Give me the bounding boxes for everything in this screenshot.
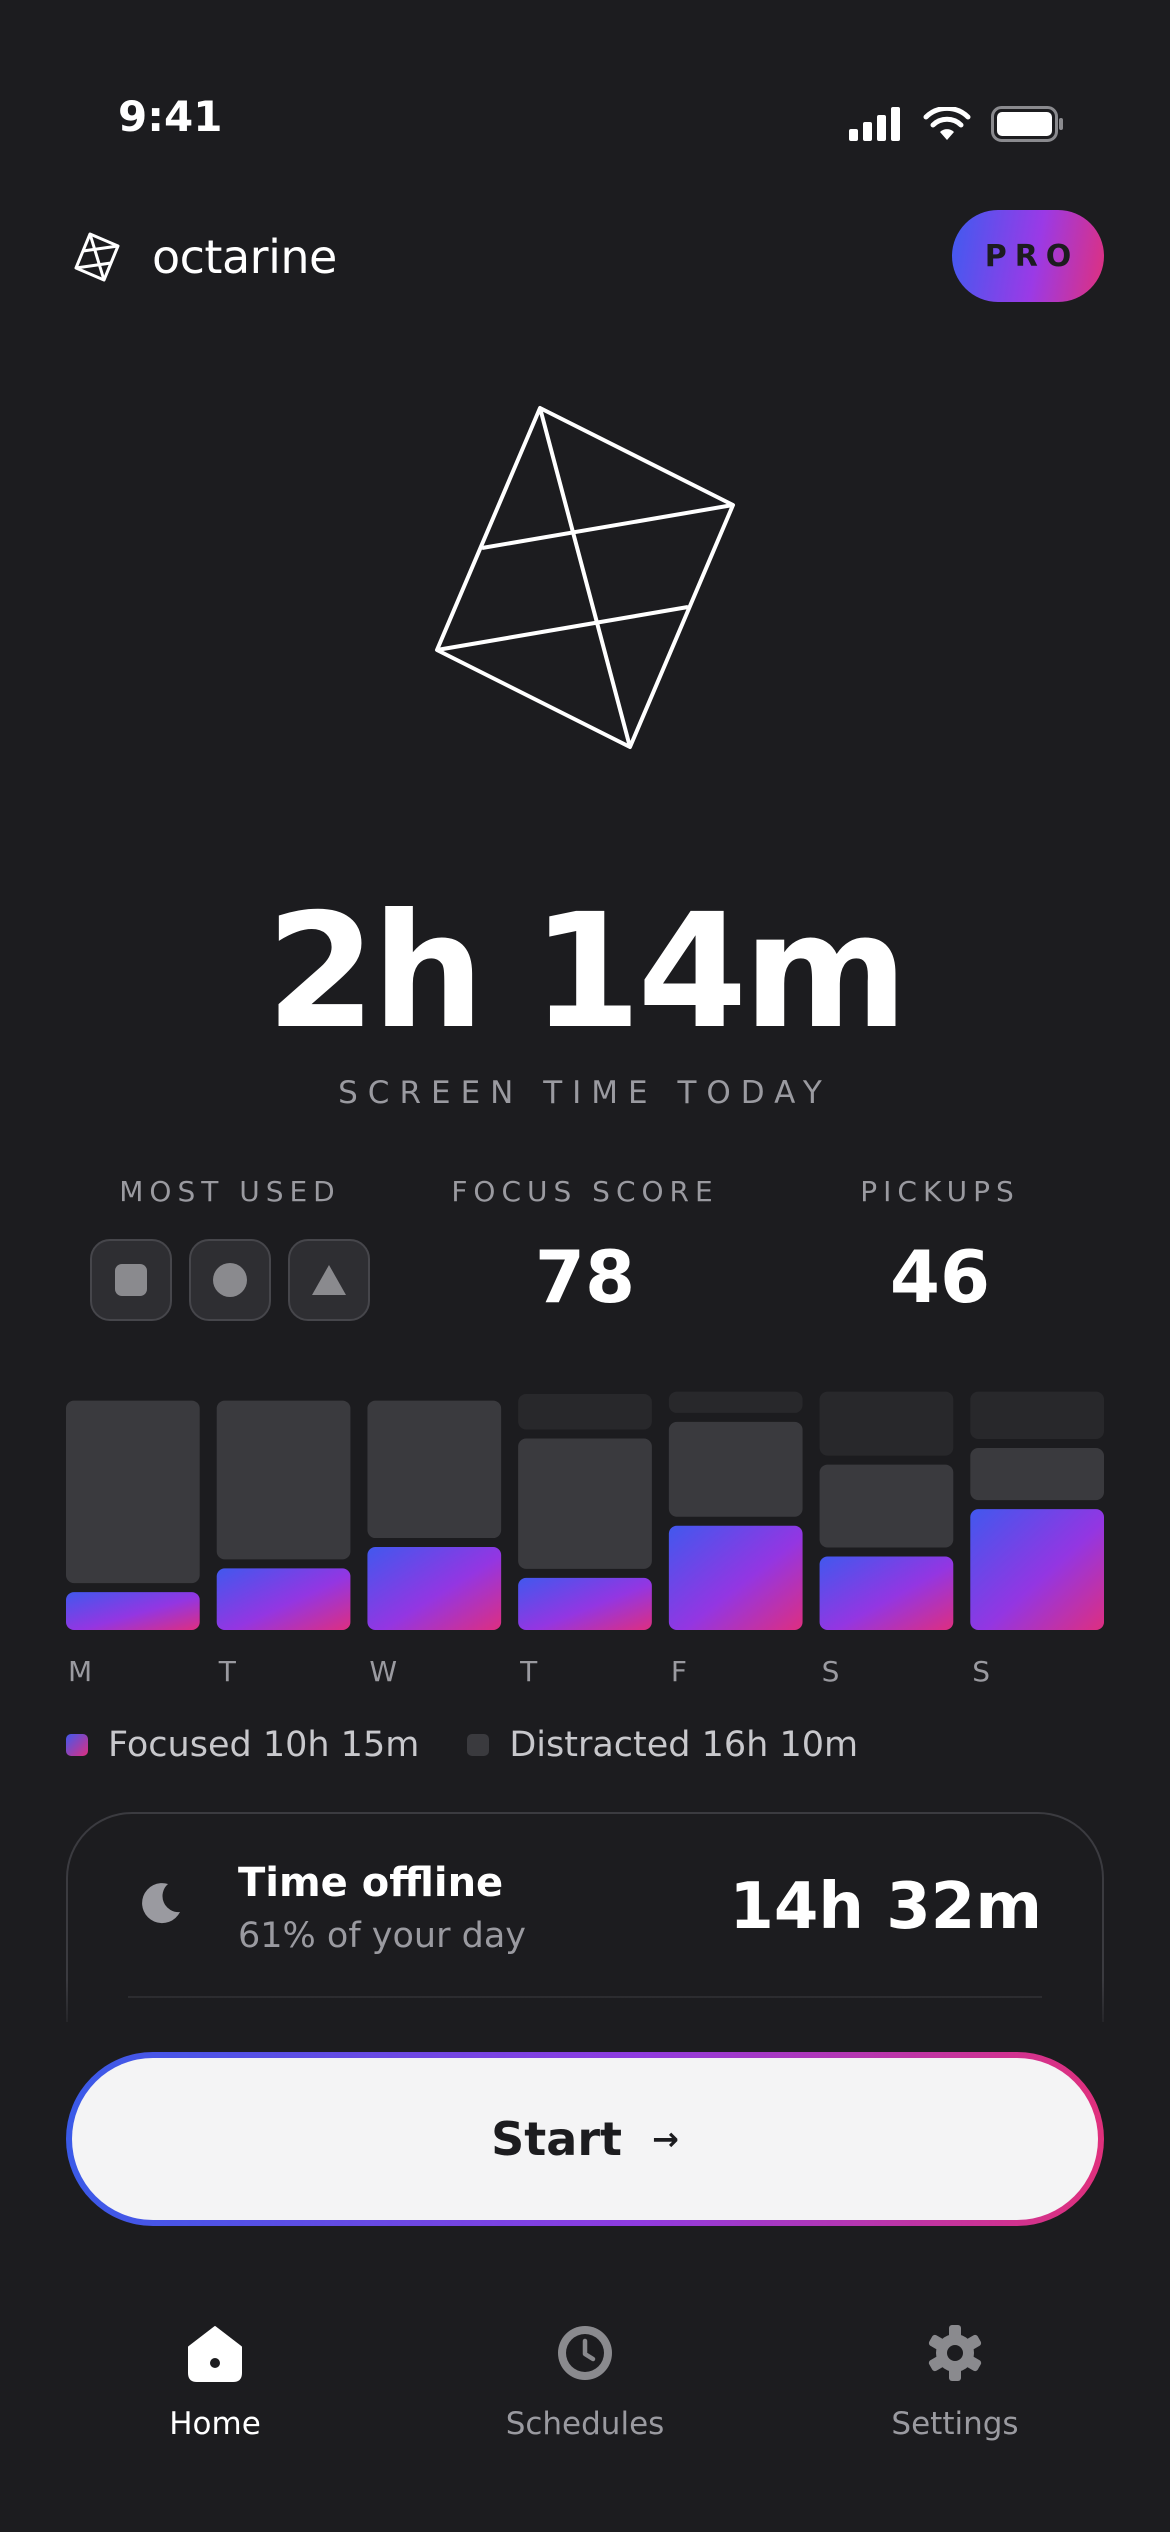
most-used-app-1[interactable] (90, 1239, 172, 1321)
app-header: octarine PRO (0, 210, 1170, 310)
legend-distracted: Distracted 16h 10m (467, 1725, 858, 1765)
start-button-label: Start (491, 2112, 623, 2166)
bar-distracted-6 (970, 1447, 1104, 1501)
tab-bar: Home Schedules Settings (0, 2300, 1170, 2460)
bar-focused-1 (216, 1568, 351, 1630)
tab-schedules[interactable]: Schedules (475, 2320, 695, 2442)
screen-time-label: SCREEN TIME TODAY (338, 1075, 832, 1111)
battery-icon (991, 106, 1063, 142)
legend-distracted-label: Distracted 16h 10m (509, 1725, 859, 1765)
brand-name: octarine (152, 230, 337, 284)
focus-score-label: FOCUS SCORE (451, 1175, 719, 1208)
tab-settings-label: Settings (891, 2406, 1019, 2442)
status-icons (849, 106, 1065, 142)
legend-distracted-swatch (467, 1734, 490, 1756)
moon-icon (142, 1883, 180, 1924)
tab-home-label: Home (169, 2406, 261, 2442)
time-offline-subtitle: 61% of your day (238, 1916, 526, 1956)
tab-settings[interactable]: Settings (845, 2320, 1065, 2442)
chart-day-labels: MTWTFSS (66, 1655, 1104, 1695)
most-used-apps (90, 1239, 370, 1321)
octarine-logo-icon (74, 232, 120, 282)
bar-distracted-5 (819, 1464, 954, 1548)
arrow-right-icon: → (652, 2120, 679, 2158)
tab-schedules-label: Schedules (505, 2406, 665, 2442)
bar-remaining-5 (819, 1391, 954, 1456)
time-offline-title: Time offline (238, 1860, 504, 1906)
bar-distracted-0 (66, 1400, 200, 1584)
card-fade-overlay (60, 1980, 1110, 2040)
bar-focused-3 (518, 1577, 652, 1630)
tab-home[interactable]: Home (105, 2320, 325, 2442)
bar-distracted-3 (518, 1438, 652, 1569)
legend-focused-label: Focused 10h 15m (108, 1725, 420, 1765)
hero-graphic (0, 400, 1170, 760)
most-used-app-2[interactable] (189, 1239, 271, 1321)
octahedron-icon (435, 406, 735, 749)
day-label-1: T (218, 1655, 236, 1688)
clock-icon (558, 2326, 612, 2380)
day-label-4: F (670, 1655, 687, 1688)
day-label-2: W (369, 1655, 398, 1688)
bar-remaining-4 (668, 1391, 803, 1413)
bar-remaining-3 (518, 1393, 652, 1430)
start-button-inner: Start → (72, 2058, 1098, 2220)
time-offline-value: 14h 32m (729, 1870, 1042, 1944)
most-used-label: MOST USED (119, 1175, 341, 1208)
triangle-icon (312, 1265, 346, 1295)
stats-row: MOST USED FOCUS SCORE 78 PICKUPS 46 (0, 1175, 1170, 1335)
square-icon (115, 1264, 147, 1296)
bar-focused-0 (66, 1592, 200, 1630)
bar-focused-6 (970, 1509, 1104, 1630)
focus-score-value: 78 (534, 1235, 636, 1319)
circle-icon (213, 1263, 247, 1297)
bar-distracted-2 (367, 1400, 502, 1539)
screen-time-total: 2h 14m (266, 880, 908, 1064)
home-icon (188, 2326, 242, 2382)
day-label-5: S (821, 1655, 840, 1688)
gear-icon (928, 2325, 982, 2381)
bar-focused-5 (819, 1556, 954, 1630)
bar-focused-2 (367, 1547, 502, 1630)
day-label-3: T (520, 1655, 538, 1688)
status-time: 9:41 (118, 92, 223, 141)
legend-focused: Focused 10h 15m (66, 1725, 419, 1765)
pro-badge[interactable]: PRO (952, 210, 1104, 302)
pickups-label: PICKUPS (860, 1175, 1020, 1208)
bar-remaining-6 (970, 1391, 1104, 1439)
wifi-icon (923, 107, 971, 140)
most-used-app-3[interactable] (288, 1239, 370, 1321)
pickups-value: 46 (889, 1235, 991, 1319)
bar-focused-4 (668, 1525, 803, 1630)
legend-focused-swatch (66, 1734, 88, 1756)
day-label-6: S (972, 1655, 991, 1688)
day-label-0: M (68, 1655, 93, 1688)
cellular-signal-icon (849, 107, 900, 141)
chart-legend: Focused 10h 15m Distracted 16h 10m (66, 1725, 906, 1765)
weekly-usage-chart (66, 1391, 1104, 1630)
status-bar: 9:41 (0, 0, 1170, 210)
bar-distracted-4 (668, 1421, 803, 1517)
bar-distracted-1 (216, 1400, 351, 1560)
start-button[interactable]: Start → (66, 2052, 1104, 2226)
